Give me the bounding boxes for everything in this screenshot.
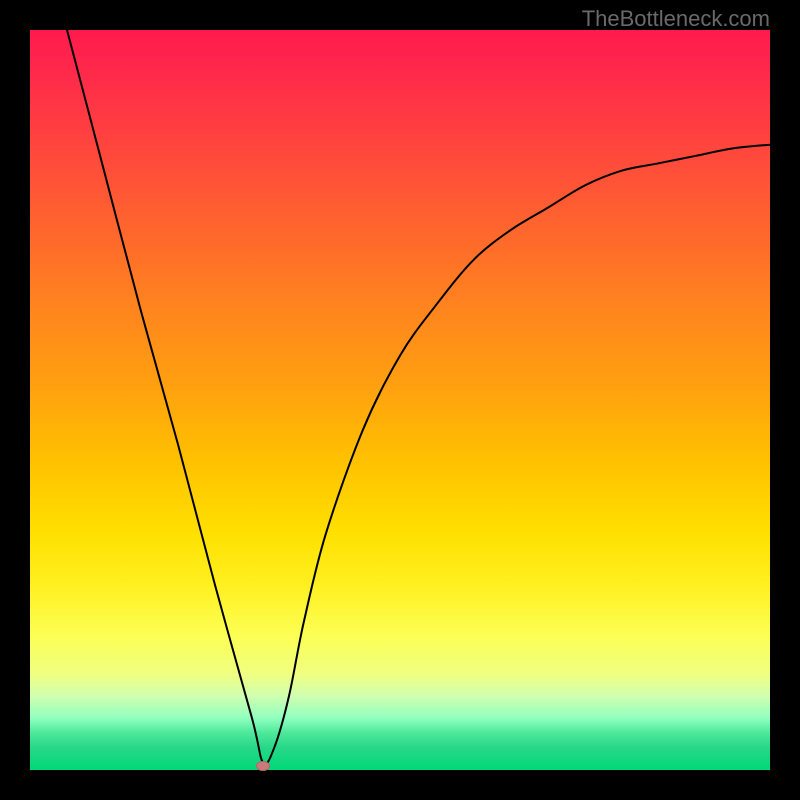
chart-container: TheBottleneck.com: [0, 0, 800, 800]
plot-area: [30, 30, 770, 770]
watermark-text: TheBottleneck.com: [582, 6, 770, 32]
minimum-point-marker: [256, 761, 270, 771]
bottleneck-curve: [30, 30, 770, 770]
